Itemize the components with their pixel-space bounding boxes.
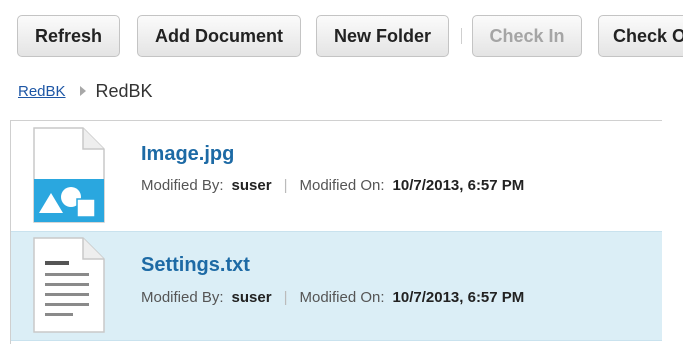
modified-on-value: 10/7/2013, 6:57 PM xyxy=(392,177,525,194)
file-row-image[interactable]: Image.jpg Modified By: suser | Modified … xyxy=(11,121,662,231)
breadcrumb-arrow-icon xyxy=(79,86,86,96)
check-in-button[interactable]: Check In xyxy=(472,15,582,57)
file-row-settings[interactable]: Settings.txt Modified By: suser | Modifi… xyxy=(11,231,662,341)
meta-separator: | xyxy=(283,289,288,306)
image-file-icon xyxy=(33,127,105,223)
file-name-link[interactable]: Settings.txt xyxy=(141,254,250,277)
add-document-button[interactable]: Add Document xyxy=(137,15,301,57)
toolbar: Refresh Add Document New Folder Check In… xyxy=(0,0,683,80)
text-file-icon xyxy=(33,237,105,333)
refresh-button[interactable]: Refresh xyxy=(17,15,120,57)
modified-by-label: Modified By: xyxy=(141,289,224,306)
file-meta: Modified By: suser | Modified On: 10/7/2… xyxy=(141,289,524,306)
modified-on-value: 10/7/2013, 6:57 PM xyxy=(392,289,525,306)
file-name-link[interactable]: Image.jpg xyxy=(141,143,234,166)
meta-separator: | xyxy=(283,177,288,194)
modified-by-value: suser xyxy=(231,289,272,306)
file-meta: Modified By: suser | Modified On: 10/7/2… xyxy=(141,177,524,194)
modified-on-label: Modified On: xyxy=(299,289,385,306)
breadcrumb-current: RedBK xyxy=(95,80,153,101)
modified-by-value: suser xyxy=(231,177,272,194)
breadcrumb-link[interactable]: RedBK xyxy=(18,83,66,100)
breadcrumb: RedBK RedBK xyxy=(18,80,153,102)
toolbar-separator xyxy=(461,28,462,44)
check-out-button[interactable]: Check O xyxy=(598,15,683,57)
modified-on-label: Modified On: xyxy=(299,177,385,194)
new-folder-button[interactable]: New Folder xyxy=(316,15,449,57)
modified-by-label: Modified By: xyxy=(141,177,224,194)
